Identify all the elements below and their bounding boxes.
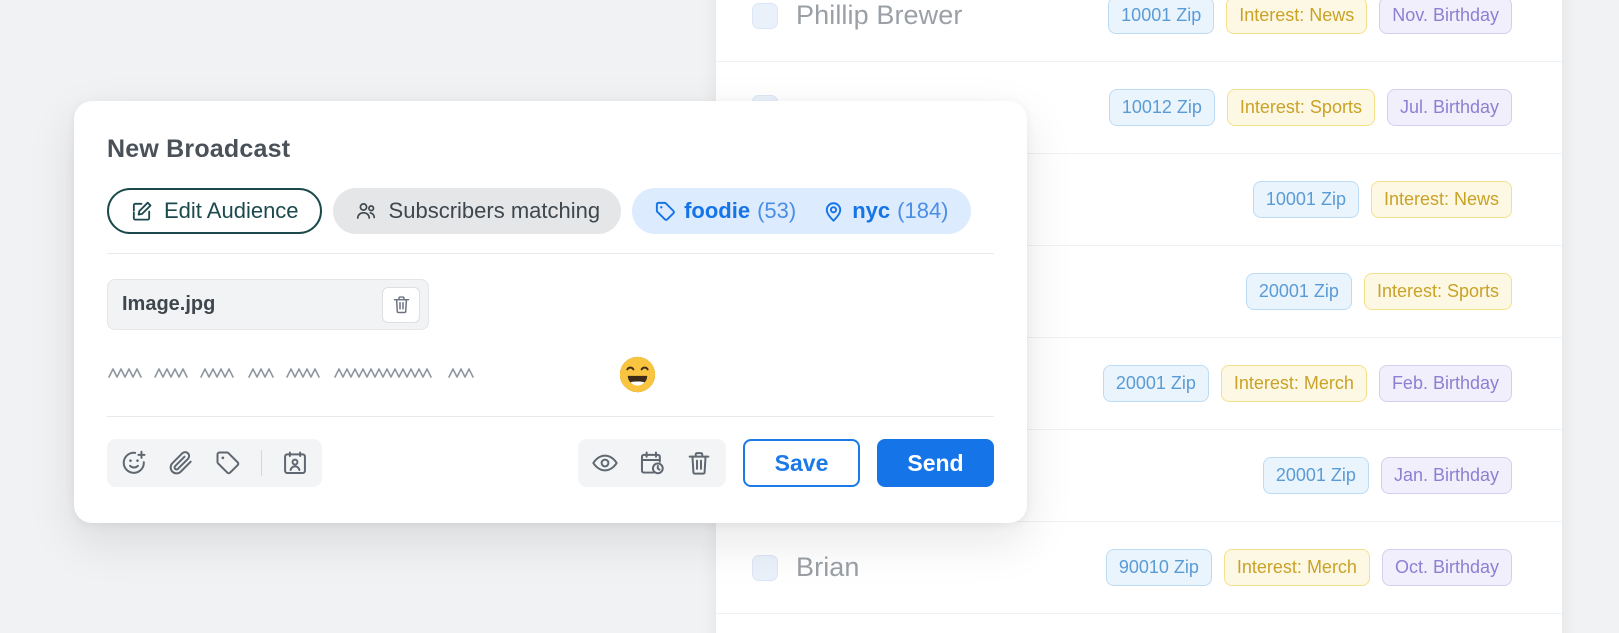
footer-divider — [107, 416, 994, 417]
status-badge: Interest: News — [1370, 181, 1512, 218]
subscribers-matching-pill[interactable]: Subscribers matching — [332, 188, 622, 234]
row-badges: 20001 Zip Jan. Birthday — [1262, 457, 1512, 494]
status-badge: Interest: Sports — [1363, 273, 1512, 310]
audience-tag-nyc-count: (184) — [897, 198, 949, 223]
tag-icon — [654, 200, 677, 223]
paperclip-icon[interactable] — [167, 449, 195, 477]
subscriber-name: Phillip Brewer — [796, 0, 963, 30]
status-badge: Jul. Birthday — [1386, 89, 1512, 126]
audience-tag-nyc[interactable]: nyc (184) — [822, 198, 949, 224]
row-badges: 20001 Zip Interest: Sports — [1245, 273, 1512, 310]
row-badges: 20001 Zip Interest: Merch Feb. Birthday — [1102, 365, 1512, 402]
status-badge: Jan. Birthday — [1380, 457, 1512, 494]
emoji-add-icon[interactable] — [120, 449, 148, 477]
status-badge: 10012 Zip — [1108, 89, 1215, 126]
row-identity: Phillip Brewer — [752, 0, 962, 31]
row-badges: 90010 Zip Interest: Merch Oct. Birthday — [1105, 549, 1512, 586]
emoji-grinning-squinting-face — [619, 356, 656, 393]
subscribers-matching-label: Subscribers matching — [388, 198, 601, 223]
status-badge: Feb. Birthday — [1378, 365, 1512, 402]
edit-audience-label: Edit Audience — [164, 198, 299, 223]
trash-icon — [391, 294, 412, 315]
attachment-chip[interactable]: Image.jpg — [107, 279, 429, 330]
audience-tags-pill[interactable]: foodie (53) nyc (184) — [632, 188, 971, 234]
page-title: New Broadcast — [107, 135, 291, 163]
status-badge: Interest: News — [1226, 0, 1368, 34]
status-badge: 90010 Zip — [1105, 549, 1212, 586]
audience-divider — [107, 253, 994, 254]
status-badge: Nov. Birthday — [1379, 0, 1512, 34]
audience-tag-foodie-count: (53) — [757, 198, 797, 223]
table-row[interactable]: Brian 90010 Zip Interest: Merch Oct. Birthd… — [716, 522, 1562, 614]
action-tools — [578, 439, 726, 487]
subscriber-name: Brian — [796, 552, 860, 582]
people-icon — [354, 199, 378, 223]
table-row[interactable]: Phillip Brewer 10001 Zip Interest: News Nov… — [716, 0, 1562, 62]
status-badge: 10001 Zip — [1252, 181, 1359, 218]
status-badge: Oct. Birthday — [1381, 549, 1512, 586]
row-badges: 10012 Zip Interest: Sports Jul. Birthday — [1108, 89, 1512, 126]
scribble-text-placeholder — [107, 360, 607, 389]
send-button[interactable]: Send — [877, 439, 994, 487]
compose-tools — [107, 439, 322, 487]
tool-divider — [261, 450, 262, 476]
audience-tag-nyc-name: nyc — [852, 198, 891, 223]
status-badge: 10001 Zip — [1108, 0, 1215, 34]
location-pin-icon — [822, 200, 845, 223]
app-root: Phillip Brewer 10001 Zip Interest: News Nov… — [0, 0, 1619, 633]
row-badges: 10001 Zip Interest: News — [1252, 181, 1512, 218]
edit-square-icon — [130, 200, 153, 223]
status-badge: 20001 Zip — [1102, 365, 1209, 402]
new-broadcast-modal: New Broadcast Edit Audience Subscribers … — [74, 101, 1027, 523]
tag-icon[interactable] — [214, 449, 242, 477]
row-badges: 10001 Zip Interest: News Nov. Birthday — [1108, 0, 1512, 34]
message-body[interactable] — [107, 356, 994, 393]
footer-actions: Save Send — [578, 439, 994, 487]
status-badge: 20001 Zip — [1262, 457, 1369, 494]
audience-row: Edit Audience Subscribers matching foodi… — [107, 188, 994, 234]
row-checkbox[interactable] — [752, 554, 778, 581]
edit-audience-button[interactable]: Edit Audience — [107, 188, 322, 234]
audience-tag-foodie-name: foodie — [684, 198, 751, 223]
attachment-filename: Image.jpg — [122, 293, 216, 315]
status-badge: Interest: Sports — [1226, 89, 1375, 126]
audience-tag-foodie[interactable]: foodie (53) — [654, 198, 796, 224]
row-checkbox[interactable] — [752, 2, 778, 29]
save-button[interactable]: Save — [743, 439, 860, 487]
contact-card-icon[interactable] — [281, 449, 309, 477]
attachment-delete-button[interactable] — [382, 286, 420, 323]
eye-icon[interactable] — [591, 449, 619, 477]
calendar-clock-icon[interactable] — [638, 449, 666, 477]
status-badge: 20001 Zip — [1245, 273, 1352, 310]
row-identity: Brian — [752, 552, 860, 583]
trash-icon[interactable] — [685, 449, 713, 477]
modal-footer: Save Send — [107, 439, 994, 487]
status-badge: Interest: Merch — [1223, 549, 1370, 586]
status-badge: Interest: Merch — [1220, 365, 1367, 402]
